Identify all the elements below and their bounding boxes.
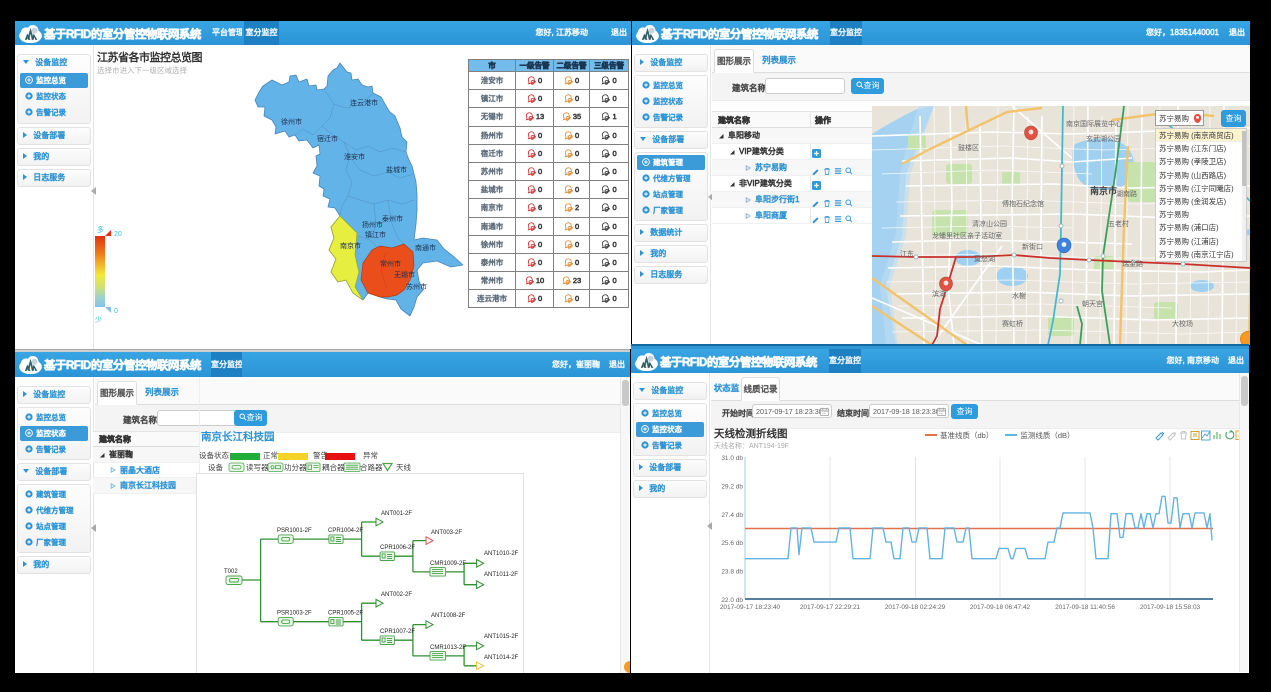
svg-text:ANT1011-2F: ANT1011-2F [484, 572, 518, 578]
svg-text:ANT1014-2F: ANT1014-2F [484, 655, 519, 661]
svg-text:CPR1005-2F: CPR1005-2F [328, 611, 363, 617]
svg-text:ANT002-2F: ANT002-2F [381, 592, 412, 598]
svg-text:徐州市: 徐州市 [281, 117, 302, 126]
svg-text:CMR1013-2F: CMR1013-2F [430, 645, 466, 651]
svg-text:31.0 db: 31.0 db [721, 455, 743, 462]
svg-text:水榭: 水榭 [1012, 291, 1026, 300]
svg-text:22.0 db: 22.0 db [721, 597, 743, 604]
svg-text:江东: 江东 [900, 249, 914, 258]
svg-text:大校场: 大校场 [1172, 319, 1193, 328]
svg-text:2017-09-18 06:47:42: 2017-09-18 06:47:42 [970, 604, 1031, 611]
svg-text:2017-09-17 22:29:21: 2017-09-17 22:29:21 [800, 604, 861, 611]
svg-text:ANT1010-2F: ANT1010-2F [484, 551, 519, 557]
svg-text:无锡市: 无锡市 [394, 270, 415, 279]
svg-text:傅抱石纪念馆: 傅抱石纪念馆 [1002, 199, 1044, 208]
svg-text:新街口: 新街口 [1022, 242, 1043, 251]
svg-text:镇江市: 镇江市 [365, 230, 386, 239]
svg-text:扬州市: 扬州市 [362, 220, 383, 229]
svg-text:ANT001-2F: ANT001-2F [381, 511, 412, 517]
svg-text:赛虹桥: 赛虹桥 [1002, 319, 1023, 328]
svg-text:朝天宫: 朝天宫 [1082, 299, 1103, 308]
svg-text:鼓楼区: 鼓楼区 [958, 143, 979, 152]
svg-text:ANT003-2F: ANT003-2F [431, 530, 462, 536]
svg-text:25.6 db: 25.6 db [721, 540, 743, 547]
svg-text:2017-09-18 11:40:56: 2017-09-18 11:40:56 [1055, 604, 1115, 611]
svg-text:23.8 db: 23.8 db [721, 569, 743, 576]
svg-text:南京国际展览中心: 南京国际展览中心 [1066, 119, 1122, 128]
svg-text:宿迁市: 宿迁市 [317, 134, 338, 143]
svg-text:连云港市: 连云港市 [350, 98, 378, 107]
svg-text:苏州市: 苏州市 [406, 282, 427, 291]
svg-text:盐城市: 盐城市 [386, 165, 407, 174]
svg-text:南京市: 南京市 [340, 241, 361, 250]
svg-text:CPR1004-2F: CPR1004-2F [328, 528, 363, 534]
svg-text:PSR1001-2F: PSR1001-2F [277, 528, 312, 534]
svg-text:CPR1006-2F: CPR1006-2F [380, 545, 415, 551]
svg-text:瑞金路: 瑞金路 [1122, 259, 1143, 268]
svg-text:ANT1008-2F: ANT1008-2F [431, 613, 466, 619]
svg-text:27.4 db: 27.4 db [721, 512, 743, 519]
svg-text:2017-09-18 02:24:29: 2017-09-18 02:24:29 [885, 604, 946, 611]
svg-text:南通市: 南通市 [415, 243, 436, 252]
svg-text:龙蟠里社区亲子活动室: 龙蟠里社区亲子活动室 [932, 231, 1002, 240]
svg-text:南京市: 南京市 [1090, 185, 1117, 196]
svg-text:莫愁湖: 莫愁湖 [974, 254, 995, 263]
svg-text:五老村: 五老村 [1108, 219, 1129, 228]
svg-text:CPR1007-2F: CPR1007-2F [380, 629, 415, 635]
svg-text:淮安市: 淮安市 [344, 152, 365, 161]
svg-text:CMR1009-2F: CMR1009-2F [430, 561, 466, 567]
svg-text:2017-09-18 15:58:03: 2017-09-18 15:58:03 [1140, 604, 1201, 611]
svg-text:湖南路: 湖南路 [1116, 189, 1137, 198]
svg-text:2017-09-17 18:23:40: 2017-09-17 18:23:40 [720, 604, 781, 611]
svg-text:PSR1003-2F: PSR1003-2F [277, 611, 312, 617]
svg-text:清凉山公园: 清凉山公园 [972, 219, 1007, 228]
svg-text:常州市: 常州市 [380, 259, 401, 268]
svg-text:泰州市: 泰州市 [382, 214, 403, 223]
svg-text:ANT1015-2F: ANT1015-2F [484, 634, 519, 640]
svg-text:玄武湖公园: 玄武湖公园 [1086, 134, 1121, 143]
svg-text:29.2 db: 29.2 db [721, 484, 743, 491]
svg-text:T002: T002 [224, 569, 238, 575]
